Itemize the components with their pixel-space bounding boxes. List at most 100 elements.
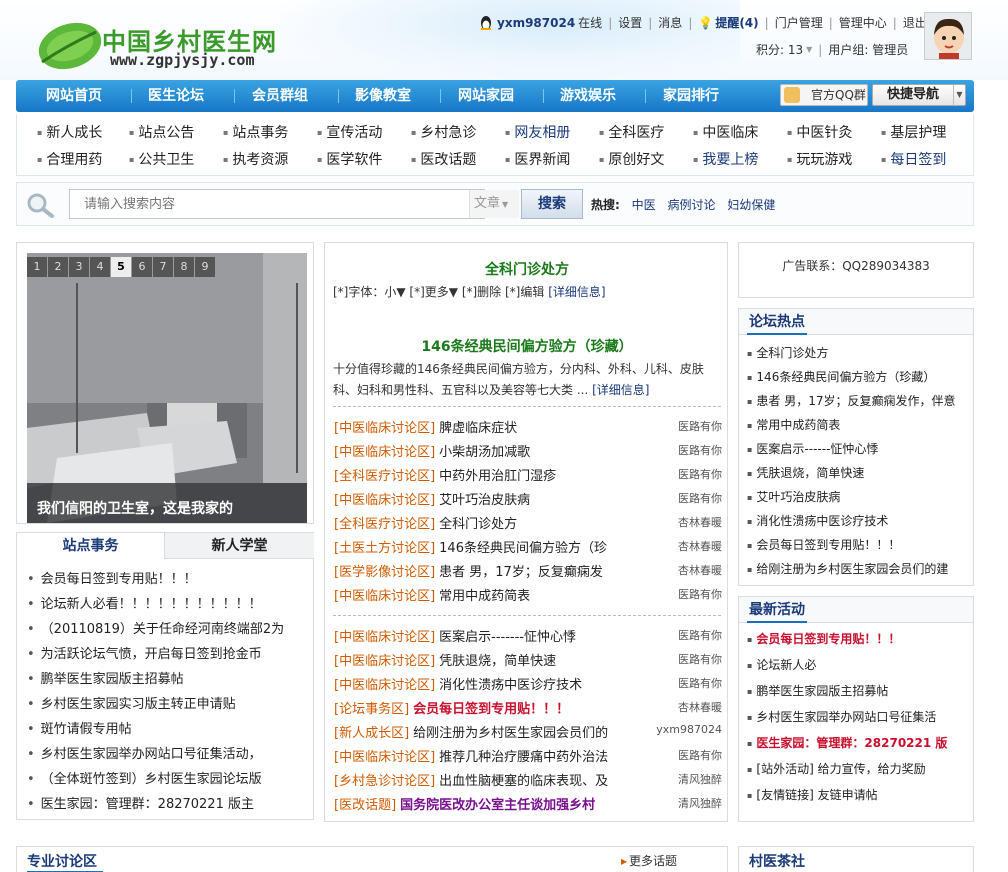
slider-page-button[interactable]: 1 [27, 257, 47, 277]
thread-category[interactable]: [中医临床讨论区] [334, 750, 435, 765]
thread-category[interactable]: [中医临床讨论区] [334, 589, 435, 604]
tab-newbie-school[interactable]: 新人学堂 [165, 533, 314, 559]
cat-link[interactable]: 乡村急诊 [411, 122, 476, 142]
list-item[interactable]: 艾叶巧治皮肤病 [747, 488, 840, 505]
thread-author[interactable]: 清风独醉 [678, 795, 722, 811]
search-type-select[interactable]: 文章 ▼ [469, 190, 519, 218]
list-item[interactable]: （全体斑竹签到）乡村医生家园论坛版 [27, 768, 262, 787]
slider-photo[interactable] [27, 253, 307, 523]
settings-link[interactable]: 设置 [618, 14, 642, 31]
slider-page-button[interactable]: 6 [132, 257, 152, 277]
thread-title[interactable]: 146条经典民间偏方验方（珍 [439, 541, 607, 556]
list-item[interactable]: （20110819）关于任命经河南终端部2为 [27, 618, 284, 637]
list-item[interactable]: 乡村医生家园实习版主转正申请贴 [27, 693, 236, 712]
list-item[interactable]: 斑竹请假专用帖 [27, 718, 132, 737]
thread-author[interactable]: 清风独醉 [678, 771, 722, 787]
nav-home[interactable]: 网站首页 [46, 80, 102, 112]
slider-page-button[interactable]: 7 [153, 257, 173, 277]
thread-category[interactable]: [中医临床讨论区] [334, 678, 435, 693]
thread-title[interactable]: 艾叶巧治皮肤病 [439, 493, 530, 508]
cat-link[interactable]: 站点公告 [129, 122, 194, 142]
more-topics-link[interactable]: 更多话题 [621, 852, 677, 869]
thread-row[interactable]: [中医临床讨论区] 凭肤退烧，简单快速 医路有你 [334, 650, 722, 672]
detail-link[interactable]: [详细信息] [548, 285, 605, 299]
cat-link[interactable]: 每日签到 [881, 149, 946, 169]
slider-page-button[interactable]: 9 [195, 257, 215, 277]
admin-center-link[interactable]: 管理中心 [839, 14, 887, 31]
list-item[interactable]: 常用中成药简表 [747, 416, 840, 433]
thread-author[interactable]: 医路有你 [678, 747, 722, 763]
thread-title[interactable]: 给刚注册为乡村医生家园会员们的 [413, 726, 608, 741]
cat-link[interactable]: 中医针灸 [787, 122, 852, 142]
thread-title[interactable]: 常用中成药简表 [439, 589, 530, 604]
list-item[interactable]: 论坛新人必看！！！！！！！！！！！ [27, 593, 262, 612]
thread-row[interactable]: [论坛事务区] 会员每日签到专用贴！！！ 杏林春暖 [334, 698, 722, 720]
cat-link[interactable]: 合理用药 [37, 149, 102, 169]
thread-title[interactable]: 全科门诊处方 [439, 517, 517, 532]
list-item[interactable]: 全科门诊处方 [747, 344, 828, 361]
thread-category[interactable]: [中医临床讨论区] [334, 630, 435, 645]
cat-link[interactable]: 玩玩游戏 [787, 149, 852, 169]
thread-title[interactable]: 国务院医改办公室主任谈加强乡村 [400, 798, 595, 813]
thread-row[interactable]: [医学影像讨论区] 患者 男，17岁；反复癫痫发 杏林春暖 [334, 561, 722, 583]
thread-author[interactable]: 医路有你 [678, 418, 722, 434]
list-item[interactable]: 鹏举医生家园版主招募帖 [27, 668, 184, 687]
list-item[interactable]: [友情链接] 友链申请帖 [747, 786, 877, 803]
thread-title[interactable]: 小柴胡汤加减歌 [439, 445, 530, 460]
thread-author[interactable]: 杏林春暖 [678, 562, 722, 578]
list-item[interactable]: 会员每日签到专用贴！！！ [747, 536, 900, 553]
slider-caption[interactable]: 我们信阳的卫生室，这是我家的 [27, 498, 307, 518]
cat-link[interactable]: 全科医疗 [599, 122, 664, 142]
cat-link[interactable]: 医改话题 [411, 149, 476, 169]
thread-title[interactable]: 脾虚临床症状 [439, 421, 517, 436]
list-item[interactable]: 消化性溃疡中医诊疗技术 [747, 512, 888, 529]
thread-row[interactable]: [土医土方讨论区] 146条经典民间偏方验方（珍 杏林春暖 [334, 537, 722, 559]
list-item[interactable]: 凭肤退烧，简单快速 [747, 464, 864, 481]
thread-title[interactable]: 中药外用治肛门湿疹 [439, 469, 556, 484]
thread-title[interactable]: 患者 男，17岁；反复癫痫发 [439, 565, 603, 580]
thread-author[interactable]: 医路有你 [678, 651, 722, 667]
thread-row[interactable]: [全科医疗讨论区] 全科门诊处方 杏林春暖 [334, 513, 722, 535]
thread-category[interactable]: [医改话题] [334, 798, 396, 813]
slider-page-button[interactable]: 4 [90, 257, 110, 277]
thread-category[interactable]: [全科医疗讨论区] [334, 469, 435, 484]
thread-row[interactable]: [医改话题] 国务院医改办公室主任谈加强乡村 清风独醉 [334, 794, 722, 816]
thread-category[interactable]: [新人成长区] [334, 726, 409, 741]
thread-author[interactable]: 杏林春暖 [678, 538, 722, 554]
list-item[interactable]: 乡村医生家园举办网站口号征集活 [747, 708, 936, 725]
detail-link[interactable]: [详细信息] [592, 383, 649, 397]
thread-author[interactable]: 杏林春暖 [678, 514, 722, 530]
feature-title[interactable]: 146条经典民间偏方验方（珍藏） [325, 336, 729, 356]
thread-author[interactable]: 医路有你 [678, 442, 722, 458]
list-item[interactable]: 会员每日签到专用贴！！！ [747, 630, 900, 647]
cat-link[interactable]: 基层护理 [881, 122, 946, 142]
thread-title[interactable]: 推荐几种治疗腰痛中药外治法 [439, 750, 608, 765]
cat-link[interactable]: 网友相册 [505, 122, 570, 142]
list-item[interactable]: 医生家园：管理群：28270221 版主 [27, 793, 254, 812]
feature-title[interactable]: 全科门诊处方 [325, 259, 729, 279]
thread-row[interactable]: [中医临床讨论区] 消化性溃疡中医诊疗技术 医路有你 [334, 674, 722, 696]
thread-author[interactable]: 医路有你 [678, 490, 722, 506]
thread-author[interactable]: 医路有你 [678, 586, 722, 602]
thread-row[interactable]: [新人成长区] 给刚注册为乡村医生家园会员们的 yxm987024 [334, 722, 722, 744]
cat-link[interactable]: 新人成长 [37, 122, 102, 142]
hot-keyword[interactable]: 病例讨论 [667, 198, 715, 212]
nav-groups[interactable]: 会员群组 [252, 80, 308, 112]
cat-link[interactable]: 执考资源 [223, 149, 288, 169]
thread-row[interactable]: [中医临床讨论区] 推荐几种治疗腰痛中药外治法 医路有你 [334, 746, 722, 768]
search-input[interactable] [69, 189, 485, 219]
thread-title[interactable]: 医案启示-------怔忡心悸 [439, 630, 576, 645]
list-item[interactable]: 论坛新人必 [747, 656, 816, 673]
cat-link[interactable]: 医界新闻 [505, 149, 570, 169]
list-item[interactable]: 为活跃论坛气愤，开启每日签到抢金币 [27, 643, 262, 662]
nav-home-site[interactable]: 网站家园 [458, 80, 514, 112]
list-item[interactable]: 给刚注册为乡村医生家园会员们的建 [747, 560, 948, 577]
site-logo[interactable]: 中国乡村医生网 www.zgpjysjy.com [36, 18, 296, 74]
thread-row[interactable]: [中医临床讨论区] 医案启示-------怔忡心悸 医路有你 [334, 626, 722, 648]
cat-link[interactable]: 宣传活动 [317, 122, 382, 142]
cat-link[interactable]: 站点事务 [223, 122, 288, 142]
points-link[interactable]: 积分: 13 [756, 41, 803, 58]
thread-title[interactable]: 消化性溃疡中医诊疗技术 [439, 678, 582, 693]
messages-link[interactable]: 消息 [658, 14, 682, 31]
thread-author[interactable]: yxm987024 [656, 723, 722, 736]
